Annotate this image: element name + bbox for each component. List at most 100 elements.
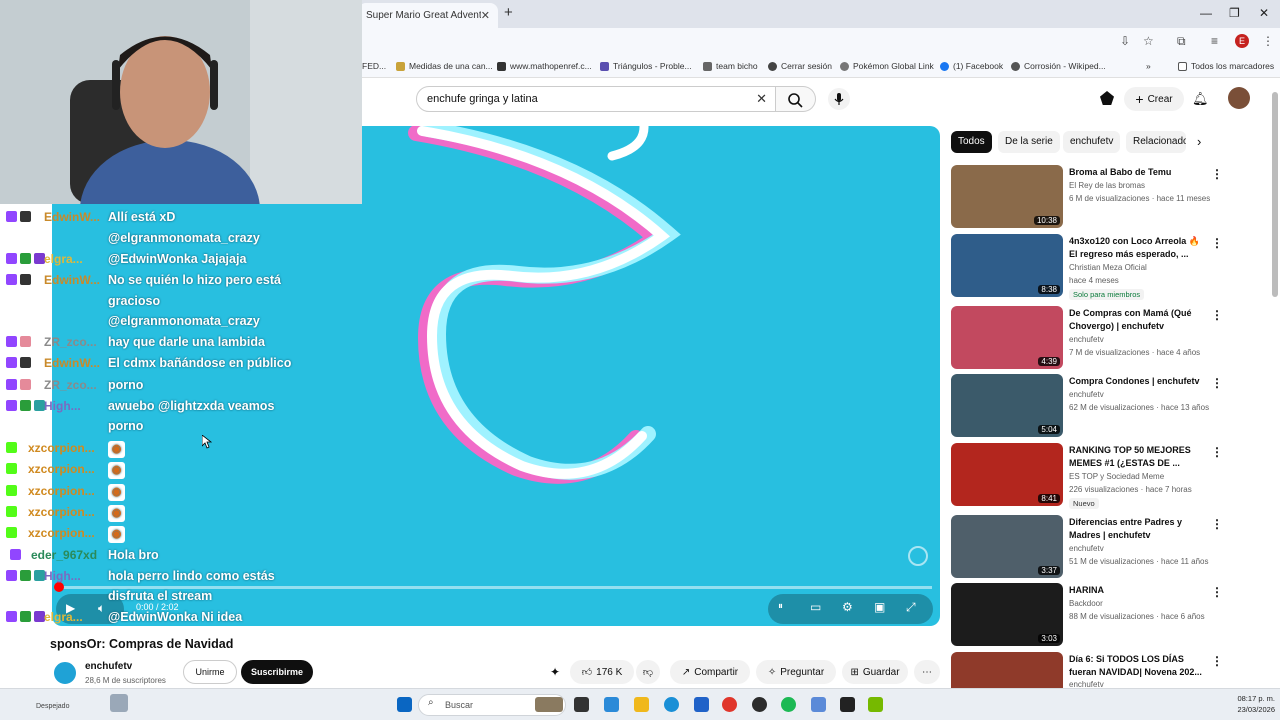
recommendation-channel[interactable]: Christian Meza Oficial (1069, 263, 1147, 272)
install-icon[interactable]: ⇩ (1120, 34, 1130, 48)
create-button[interactable]: + Crear (1124, 87, 1184, 111)
premium-icon[interactable] (1100, 91, 1114, 105)
new-tab-icon[interactable]: + (504, 4, 513, 21)
recommendation-channel[interactable]: enchufetv (1069, 335, 1104, 344)
file-explorer-icon[interactable] (634, 697, 649, 712)
pinned-thumbnail-icon[interactable] (110, 694, 128, 712)
task-view-icon[interactable] (574, 697, 589, 712)
recommendation-channel[interactable]: El Rey de las bromas (1069, 181, 1145, 190)
more-actions-button[interactable]: ⋯ (914, 660, 940, 684)
copilot-icon[interactable] (604, 697, 619, 712)
share-button[interactable]: ↗ Compartir (670, 660, 750, 684)
save-button[interactable]: ⊞ Guardar (842, 660, 908, 684)
recommendation-item[interactable]: 8:41 RANKING TOP 50 MEJORES MEMES #1 (¿E… (951, 443, 1271, 509)
weather-label[interactable]: Despejado (36, 703, 69, 710)
bookmark-item[interactable]: Medidas de una can... (396, 61, 493, 71)
video-thumbnail[interactable] (951, 652, 1063, 688)
chrome-icon[interactable] (722, 697, 737, 712)
ask-button[interactable]: ✧ Preguntar (756, 660, 836, 684)
recommendation-channel[interactable]: enchufetv (1069, 390, 1104, 399)
channel-watermark-icon[interactable] (908, 546, 928, 566)
obs-icon[interactable] (752, 697, 767, 712)
recommendation-item[interactable]: 4:39 De Compras con Mamá (Qué Chovergo) … (951, 306, 1271, 370)
recommendation-item[interactable]: 3:03 HARINA Backdoor 88 M de visualizaci… (951, 583, 1271, 647)
recommendation-channel[interactable]: Backdoor (1069, 599, 1103, 608)
chip-series[interactable]: De la serie (998, 131, 1060, 153)
premium-sparkle-icon[interactable]: ✦ (550, 665, 560, 679)
extensions-icon[interactable]: ⧉ (1177, 34, 1186, 49)
recommendation-channel[interactable]: ES TOP y Sociedad Meme (1069, 472, 1164, 481)
capcut-icon[interactable] (840, 697, 855, 712)
more-options-icon[interactable]: ⋮ (1211, 585, 1223, 599)
bookmark-item[interactable]: Cerrar sesión (768, 61, 832, 71)
video-thumbnail[interactable]: 8:41 (951, 443, 1063, 506)
recommendation-item[interactable]: 10:38 Broma al Babo de Temu El Rey de la… (951, 165, 1271, 229)
reading-list-icon[interactable]: ≡ (1211, 34, 1218, 48)
recommendation-item[interactable]: 8:38 4n3xo120 con Loco Arreola 🔥 El regr… (951, 234, 1271, 300)
bookmarks-more-icon[interactable]: » (1146, 61, 1151, 71)
windows-start-icon[interactable] (397, 697, 412, 712)
subtitles-icon[interactable]: ▭ (810, 600, 821, 614)
clear-search-icon[interactable]: ✕ (756, 91, 767, 107)
security-icon[interactable] (811, 697, 826, 712)
bookmark-item[interactable]: team bicho (703, 61, 758, 71)
all-bookmarks-folder[interactable]: Todos los marcadores (1178, 61, 1274, 71)
settings-gear-icon[interactable]: ⚙ (842, 600, 853, 614)
edge-icon[interactable] (664, 697, 679, 712)
miniplayer-icon[interactable]: ▣ (874, 600, 885, 614)
voice-search-button[interactable] (828, 88, 850, 110)
more-options-icon[interactable]: ⋮ (1211, 236, 1223, 250)
recommendation-title[interactable]: De Compras con Mamá (Qué Chovergo) | enc… (1069, 307, 1209, 333)
video-thumbnail[interactable]: 5:04 (951, 374, 1063, 437)
video-thumbnail[interactable]: 8:38 (951, 234, 1063, 297)
bookmark-item[interactable]: www.mathopenref.c... (497, 61, 592, 71)
more-options-icon[interactable]: ⋮ (1211, 517, 1223, 531)
more-options-icon[interactable]: ⋮ (1211, 445, 1223, 459)
tab-current[interactable]: Super Mario Great Adventure ✕ (358, 3, 498, 28)
recommendation-title[interactable]: Compra Condones | enchufetv (1069, 375, 1209, 388)
more-options-icon[interactable]: ⋮ (1211, 167, 1223, 181)
recommendation-title[interactable]: HARINA (1069, 584, 1209, 597)
tab-close-icon[interactable]: ✕ (481, 9, 490, 22)
search-button[interactable] (776, 86, 816, 112)
recommendation-item[interactable]: Día 6: Si TODOS LOS DÍAS fueran NAVIDAD|… (951, 652, 1271, 688)
search-input[interactable]: enchufe gringa y latina ✕ (416, 86, 776, 112)
recommendation-title[interactable]: Día 6: Si TODOS LOS DÍAS fueran NAVIDAD|… (1069, 653, 1209, 679)
minimize-icon[interactable]: — (1200, 6, 1212, 20)
recommendation-title[interactable]: RANKING TOP 50 MEJORES MEMES #1 (¿ESTAS … (1069, 444, 1209, 470)
video-thumbnail[interactable]: 3:37 (951, 515, 1063, 578)
chip-related[interactable]: Relacionado (1126, 131, 1186, 153)
bookmark-item[interactable]: Triángulos - Proble... (600, 61, 692, 71)
dislike-button[interactable]: 👎︎ (636, 660, 660, 684)
fullscreen-icon[interactable]: ⤢ (906, 600, 916, 615)
close-window-icon[interactable]: ✕ (1259, 6, 1269, 20)
chip-all[interactable]: Todos (951, 131, 992, 153)
more-options-icon[interactable]: ⋮ (1211, 376, 1223, 390)
recommendation-item[interactable]: 3:37 Diferencias entre Padres y Madres |… (951, 515, 1271, 579)
spotify-icon[interactable] (781, 697, 796, 712)
profile-avatar[interactable]: E (1235, 34, 1249, 48)
widgets-icon[interactable] (535, 697, 563, 712)
chip-channel[interactable]: enchufetv (1063, 131, 1121, 153)
more-options-icon[interactable]: ⋮ (1211, 308, 1223, 322)
like-button[interactable]: 👍︎ 176 K (570, 660, 634, 684)
store-icon[interactable] (694, 697, 709, 712)
video-thumbnail[interactable]: 10:38 (951, 165, 1063, 228)
bookmark-star-icon[interactable]: ☆ (1143, 34, 1154, 48)
bookmark-item[interactable]: (1) Facebook (940, 61, 1003, 71)
account-avatar[interactable] (1228, 87, 1250, 109)
bookmark-item[interactable]: FED... (362, 61, 386, 71)
recommendation-title[interactable]: Diferencias entre Padres y Madres | ench… (1069, 516, 1209, 542)
nvidia-icon[interactable] (868, 697, 883, 712)
notifications-bell-icon[interactable]: 🔔︎ (1192, 91, 1209, 107)
system-clock[interactable]: 08:17 p. m. 23/03/2026 (1225, 693, 1275, 715)
recommendation-title[interactable]: Broma al Babo de Temu (1069, 166, 1209, 179)
video-thumbnail[interactable]: 3:03 (951, 583, 1063, 646)
autoplay-toggle-icon[interactable]: ⏸ (778, 601, 783, 612)
browser-menu-icon[interactable]: ⋮ (1262, 34, 1274, 48)
more-options-icon[interactable]: ⋮ (1211, 654, 1223, 668)
video-thumbnail[interactable]: 4:39 (951, 306, 1063, 369)
page-scrollbar[interactable] (1272, 92, 1278, 297)
recommendation-channel[interactable]: enchufetv (1069, 680, 1104, 688)
bookmark-item[interactable]: Corrosión - Wikiped... (1011, 61, 1106, 71)
